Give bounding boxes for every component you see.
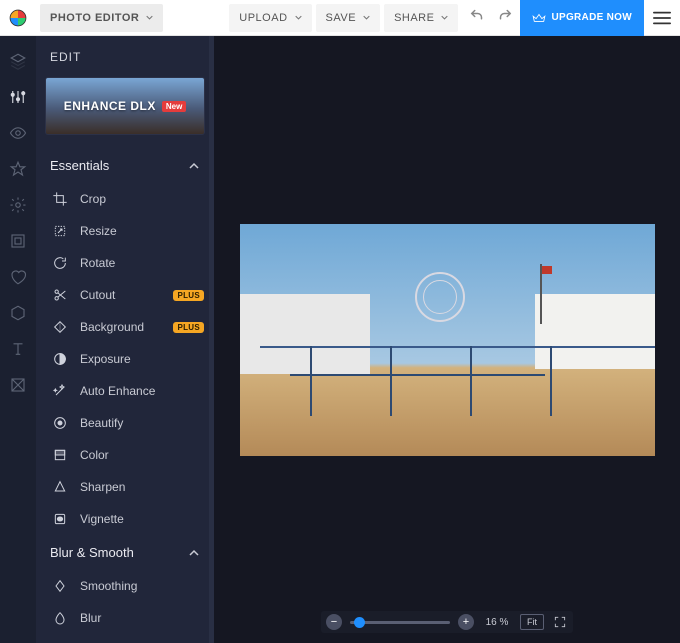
mode-label: PHOTO EDITOR [50,12,139,24]
rotate-icon [52,255,68,271]
frame-icon[interactable] [9,232,27,250]
blur-icon [52,610,68,626]
canvas-area: − + 16 % Fit [214,36,680,643]
gear-icon[interactable] [9,196,27,214]
save-button[interactable]: SAVE [316,4,381,32]
star-icon[interactable] [9,160,27,178]
panel-title: EDIT [36,36,214,74]
topbar: PHOTO EDITOR UPLOAD SAVE SHARE UPGRADE N… [0,0,680,36]
vignette-icon [52,511,68,527]
caret-down-icon [146,12,153,24]
sliders-icon[interactable] [9,88,27,106]
tool-vignette[interactable]: Vignette [36,503,214,535]
tool-label: Cutout [80,288,115,302]
tool-label: Smoothing [80,579,137,593]
upgrade-button[interactable]: UPGRADE NOW [520,0,644,36]
zoom-bar: − + 16 % Fit [321,611,573,633]
tool-label: Beautify [80,416,123,430]
tool-sharpen[interactable]: Sharpen [36,471,214,503]
new-badge: New [162,101,186,112]
crown-icon [532,11,546,25]
upload-label: UPLOAD [239,12,287,24]
tool-rotate[interactable]: Rotate [36,247,214,279]
undo-redo-group [462,6,520,29]
hexagon-icon[interactable] [9,304,27,322]
tool-label: Auto Enhance [80,384,155,398]
undo-icon[interactable] [468,6,486,29]
share-button[interactable]: SHARE [384,4,458,32]
fit-button[interactable]: Fit [520,614,544,630]
tool-label: Blur [80,611,101,625]
plus-badge: PLUS [173,322,204,333]
redo-icon[interactable] [496,6,514,29]
tool-label: Vignette [80,512,124,526]
tool-label: Sharpen [80,480,125,494]
tool-label: Exposure [80,352,131,366]
upgrade-label: UPGRADE NOW [551,12,632,23]
caret-down-icon [295,12,302,24]
expand-icon [553,615,567,629]
chevron-up-icon [188,547,200,559]
section-label: Blur & Smooth [50,545,134,560]
crop-icon [52,191,68,207]
wand-icon [52,383,68,399]
canvas[interactable] [214,36,680,643]
background-icon [52,319,68,335]
tool-cutout[interactable]: Cutout PLUS [36,279,214,311]
upload-button[interactable]: UPLOAD [229,4,311,32]
edit-panel: EDIT ENHANCE DLX New Essentials Crop Res… [36,36,214,643]
image-preview [240,224,655,456]
texture-icon[interactable] [9,376,27,394]
save-label: SAVE [326,12,357,24]
tool-label: Crop [80,192,106,206]
tool-exposure[interactable]: Exposure [36,343,214,375]
tool-smoothing[interactable]: Smoothing [36,570,214,602]
mode-selector[interactable]: PHOTO EDITOR [40,4,163,32]
zoom-slider[interactable] [350,621,450,624]
caret-down-icon [441,12,448,24]
enhance-dlx-promo[interactable]: ENHANCE DLX New [46,78,204,134]
smoothing-icon [52,578,68,594]
tool-resize[interactable]: Resize [36,215,214,247]
zoom-percent: 16 % [482,617,512,628]
layers-icon[interactable] [9,52,27,70]
tool-color[interactable]: Color [36,439,214,471]
zoom-thumb[interactable] [354,617,365,628]
sharpen-icon [52,479,68,495]
tool-blur[interactable]: Blur [36,602,214,634]
share-label: SHARE [394,12,434,24]
section-label: Essentials [50,158,109,173]
beautify-icon [52,415,68,431]
promo-label: ENHANCE DLX [64,99,156,113]
eye-icon[interactable] [9,124,27,142]
resize-icon [52,223,68,239]
tool-label: Rotate [80,256,115,270]
zoom-out-button[interactable]: − [326,614,342,630]
exposure-icon [52,351,68,367]
tool-label: Resize [80,224,117,238]
section-blur-smooth[interactable]: Blur & Smooth [36,535,214,570]
app-logo[interactable] [0,0,36,36]
heart-icon[interactable] [9,268,27,286]
tool-label: Color [80,448,109,462]
tool-auto-enhance[interactable]: Auto Enhance [36,375,214,407]
zoom-in-button[interactable]: + [458,614,474,630]
plus-badge: PLUS [173,290,204,301]
menu-button[interactable] [644,11,680,25]
color-icon [52,447,68,463]
tool-beautify[interactable]: Beautify [36,407,214,439]
scissors-icon [52,287,68,303]
caret-down-icon [363,12,370,24]
tool-label: Background [80,320,144,334]
tool-crop[interactable]: Crop [36,183,214,215]
tool-background[interactable]: Background PLUS [36,311,214,343]
section-essentials[interactable]: Essentials [36,148,214,183]
fullscreen-button[interactable] [552,614,568,630]
hamburger-icon [653,11,671,25]
tool-category-strip [0,36,36,643]
chevron-up-icon [188,160,200,172]
text-icon[interactable] [9,340,27,358]
